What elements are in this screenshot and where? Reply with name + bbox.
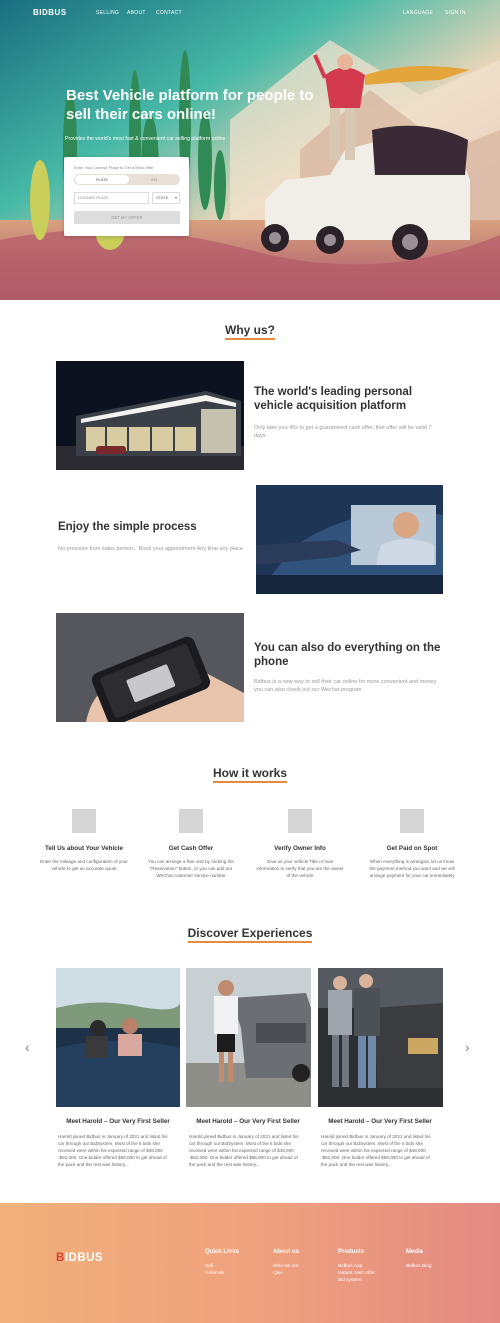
footer-link-referrals[interactable]: Referrals xyxy=(205,1270,224,1277)
step-3-icon xyxy=(288,809,312,833)
experience-title-1: Meet Harold – Our Very First Seller xyxy=(66,1118,170,1125)
footer-link-blog[interactable]: Bidbus Blog xyxy=(406,1263,432,1270)
feature-title-1: The world's leading personal vehicle acq… xyxy=(254,386,413,412)
experience-desc-2: Harold joined Bidbus in January of 2021 … xyxy=(189,1134,299,1167)
step-3-title: Verify Owner Info xyxy=(274,845,326,852)
nav-link-about[interactable]: ABOUT xyxy=(127,10,146,16)
footer-link-qa[interactable]: Q&A xyxy=(273,1270,283,1277)
footer-heading-about: About us xyxy=(273,1249,299,1255)
toggle-vin[interactable]: VIN xyxy=(128,175,180,184)
license-plate-input[interactable]: LICENSE PLATE xyxy=(74,192,149,204)
feature-desc-3: Bidbus is a new way to sell their car on… xyxy=(254,679,437,693)
brand-logo[interactable]: BIDBUS xyxy=(33,8,67,17)
dealership-photo xyxy=(56,361,244,470)
chevron-right-icon[interactable]: › xyxy=(465,1040,470,1054)
footer-link-who-we-are[interactable]: Who we are xyxy=(273,1263,299,1270)
why-us-title-text: Why us? xyxy=(225,323,275,340)
hero-banner: BIDBUS SELLING ABOUT CONTACT LANGUAGE SI… xyxy=(0,0,500,300)
step-3-desc: Give us your vehicle Title or loan infor… xyxy=(256,859,344,878)
feature-title-3: You can also do everything on the phone xyxy=(254,642,441,668)
offer-form: Enter Your License Plage to Get a Real O… xyxy=(64,157,189,236)
chevron-left-icon[interactable]: ‹ xyxy=(25,1040,30,1054)
footer-logo-rest: IDBUS xyxy=(64,1252,104,1264)
footer-link-instant-cash-offer[interactable]: Instant cash offer xyxy=(338,1270,375,1277)
handover-photo xyxy=(256,485,443,594)
discover-title: Discover Experiences xyxy=(0,926,500,943)
feature-title-2: Enjoy the simple process xyxy=(58,521,197,533)
step-4-desc: When everything is arranged, let us know… xyxy=(369,859,455,878)
footer-heading-media: Media xyxy=(406,1249,424,1255)
why-us-title: Why us? xyxy=(0,323,500,340)
phone-photo xyxy=(56,613,244,722)
plate-vin-toggle[interactable]: PLATE VIN xyxy=(74,174,180,185)
toggle-plate[interactable]: PLATE xyxy=(75,175,129,184)
experience-photo-3[interactable] xyxy=(318,968,443,1107)
experience-title-2: Meet Harold – Our Very First Seller xyxy=(196,1118,300,1125)
page: BIDBUS SELLING ABOUT CONTACT LANGUAGE SI… xyxy=(0,0,500,1323)
how-it-works-title: How it works xyxy=(0,766,500,783)
state-select[interactable]: STATE ▾ xyxy=(152,192,180,204)
footer: BIDBUS Quick Links Sell Referrals About … xyxy=(0,1203,500,1323)
experience-desc-1: Harold joined Bidbus in January of 2021 … xyxy=(58,1134,168,1167)
footer-logo-initial: B xyxy=(56,1252,65,1264)
step-4-title: Get Paid on Spot xyxy=(386,845,438,852)
discover-title-text: Discover Experiences xyxy=(187,926,313,943)
footer-heading-products: Products xyxy=(338,1249,365,1255)
how-it-works-title-text: How it works xyxy=(212,766,287,783)
step-2-desc: You can arrange a free visit by clicking… xyxy=(148,859,234,878)
step-4-icon xyxy=(400,809,424,833)
nav-link-contact[interactable]: CONTACT xyxy=(156,10,182,16)
step-2-icon xyxy=(179,809,203,833)
state-select-label: STATE xyxy=(156,195,169,200)
experience-photo-1[interactable] xyxy=(56,968,180,1107)
feature-desc-1: Only take you 45s to get a guaranteed ca… xyxy=(254,425,432,439)
experience-photo-2[interactable] xyxy=(186,968,311,1107)
get-offer-button[interactable]: GET MY OFFER xyxy=(74,211,180,224)
footer-link-sell[interactable]: Sell xyxy=(205,1263,213,1270)
step-1-desc: Enter the mileage and configuration of y… xyxy=(40,859,128,871)
step-1-title: Tell Us about Your Vehicle xyxy=(44,845,124,852)
nav-link-language[interactable]: LANGUAGE xyxy=(403,10,433,16)
nav-link-signin[interactable]: SIGN IN xyxy=(445,10,466,16)
experience-title-3: Meet Harold – Our Very First Seller xyxy=(328,1118,432,1125)
footer-link-bid-system[interactable]: Bid system xyxy=(338,1277,361,1284)
step-1-icon xyxy=(72,809,96,833)
experience-desc-3: Harold joined Bidbus in January of 2021 … xyxy=(321,1134,431,1167)
hero-subtitle: Provides the world's most fast & conveni… xyxy=(65,136,226,142)
hero-illustration xyxy=(0,0,500,300)
feature-desc-2: No pressure from sales person。Book your … xyxy=(58,546,243,552)
footer-heading-quick-links: Quick Links xyxy=(205,1249,240,1255)
nav-link-selling[interactable]: SELLING xyxy=(96,10,119,16)
footer-logo[interactable]: BIDBUS xyxy=(56,1252,103,1264)
top-nav: BIDBUS SELLING ABOUT CONTACT LANGUAGE SI… xyxy=(0,0,500,26)
hero-title: Best Vehicle platform for people to sell… xyxy=(66,87,314,123)
step-2-title: Get Cash Offer xyxy=(168,845,214,852)
form-hint: Enter Your License Plage to Get a Real O… xyxy=(74,165,154,170)
footer-link-bidbus-app[interactable]: Bidbus App xyxy=(338,1263,362,1270)
chevron-down-icon: ▾ xyxy=(174,195,177,200)
